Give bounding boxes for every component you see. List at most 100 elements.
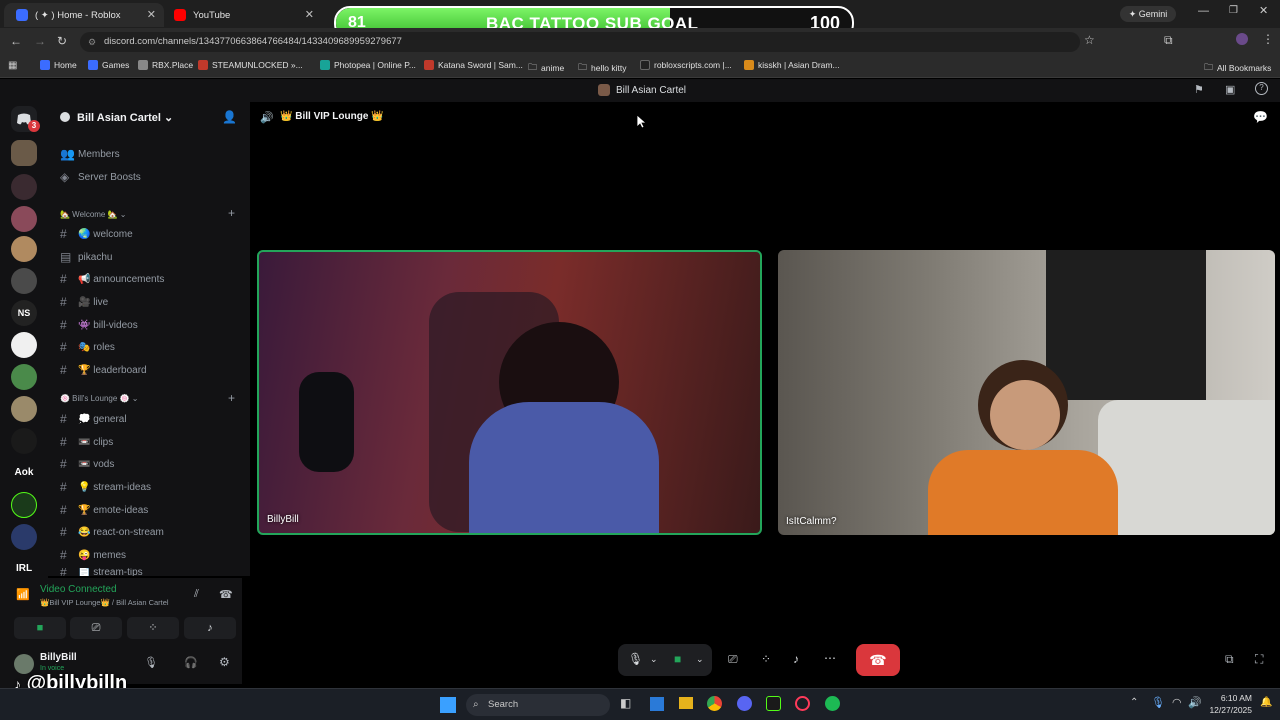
guild-icon[interactable] xyxy=(11,524,37,550)
app-icon[interactable] xyxy=(650,697,664,711)
server-name-header[interactable]: Bill Asian Cartel ⌄ xyxy=(77,111,173,124)
server-boosts-item[interactable]: ◈ Server Boosts xyxy=(60,170,141,184)
video-tile-billybill[interactable]: BillyBill xyxy=(257,250,762,535)
channel-bill-videos[interactable]: # 👾 bill-videos xyxy=(60,318,138,332)
clock-date[interactable]: 12/27/2025 xyxy=(1200,705,1252,715)
avatar[interactable] xyxy=(14,654,34,674)
guild-icon[interactable] xyxy=(11,206,37,232)
forward-icon[interactable]: → xyxy=(34,34,46,48)
channel-welcome[interactable]: # 🌏 welcome xyxy=(60,227,133,241)
channel-pikachu[interactable]: ▤ pikachu xyxy=(60,250,112,264)
channel-vods[interactable]: # 📼 vods xyxy=(60,457,114,471)
bookmark-katana[interactable]: Katana Sword | Sam... xyxy=(424,60,523,70)
add-channel-icon[interactable]: + xyxy=(228,206,235,220)
close-tab-icon[interactable]: ✕ xyxy=(147,8,156,21)
add-channel-icon[interactable]: + xyxy=(228,391,235,405)
channel-stream-tips[interactable]: # 📄 stream-tips xyxy=(60,568,143,576)
video-tile-isitcalmm[interactable]: IsItCalmm? xyxy=(778,250,1275,535)
screen-share-icon[interactable]: ⎚ xyxy=(728,652,738,667)
taskbar-search[interactable]: ⌕ Search xyxy=(466,694,610,716)
minimize-icon[interactable]: — xyxy=(1198,5,1209,17)
chevron-down-icon[interactable]: ⌄ xyxy=(696,654,704,665)
apps-grid-icon[interactable]: ▦ xyxy=(8,60,17,71)
bookmark-home[interactable]: Home xyxy=(40,60,77,70)
window-icon[interactable]: ▣ xyxy=(1225,83,1235,96)
inbox-icon[interactable]: ⚑ xyxy=(1194,83,1204,96)
url-field[interactable]: ⚙ discord.com/channels/13437706638647664… xyxy=(80,32,1080,52)
restore-icon[interactable]: ❐ xyxy=(1229,5,1238,16)
category-welcome[interactable]: 🏡 Welcome 🏡 ⌄ xyxy=(60,210,127,219)
bookmark-games[interactable]: Games xyxy=(88,60,129,70)
guild-icon[interactable] xyxy=(11,268,37,294)
soundboard-button[interactable]: ♪ xyxy=(184,617,236,639)
channel-memes[interactable]: # 😜 memes xyxy=(60,548,126,562)
category-bills-lounge[interactable]: 🍥 Bill's Lounge 🍥 ⌄ xyxy=(60,394,138,403)
menu-icon[interactable]: ⋮ xyxy=(1262,32,1274,46)
notifications-icon[interactable]: 🔔 xyxy=(1260,697,1272,708)
bookmark-photopea[interactable]: Photopea | Online P... xyxy=(320,60,416,70)
channel-live[interactable]: # 🎥 live xyxy=(60,295,108,309)
channel-roles[interactable]: # 🎭 roles xyxy=(60,340,115,354)
channel-react-on-stream[interactable]: # 😂 react-on-stream xyxy=(60,525,164,539)
guild-bill-asian-cartel[interactable] xyxy=(11,140,37,166)
bookmark-robloxscripts[interactable]: robloxscripts.com |... xyxy=(640,60,732,70)
reload-icon[interactable]: ↻ xyxy=(57,34,67,48)
channel-announcements[interactable]: # 📢 announcements xyxy=(60,272,164,286)
microphone-tray-icon[interactable]: 🎙 xyxy=(1151,696,1165,709)
extensions-icon[interactable]: ⧉ xyxy=(1164,33,1173,48)
guild-icon[interactable] xyxy=(11,236,37,262)
settings-gear-icon[interactable]: ⚙ xyxy=(219,655,230,669)
bookmark-steamunlocked[interactable]: STEAMUNLOCKED »... xyxy=(198,60,303,70)
headphones-icon[interactable]: 🎧 xyxy=(184,656,198,669)
channel-clips[interactable]: # 📼 clips xyxy=(60,435,113,449)
bookmark-kisskh[interactable]: kisskh | Asian Dram... xyxy=(744,60,840,70)
guild-icon[interactable] xyxy=(11,492,37,518)
app-icon[interactable] xyxy=(766,696,781,711)
clock-time[interactable]: 6:10 AM xyxy=(1208,693,1252,703)
guild-icon[interactable] xyxy=(11,332,37,358)
activities-button[interactable]: ⁘ xyxy=(127,617,179,639)
guild-icon[interactable] xyxy=(11,428,37,454)
noise-suppression-icon[interactable]: ⫽ xyxy=(194,588,199,601)
wifi-icon[interactable]: ◠ xyxy=(1172,696,1182,709)
bookmark-rbxplace[interactable]: RBX.Place xyxy=(138,60,193,70)
channel-emote-ideas[interactable]: # 🏆 emote-ideas xyxy=(60,503,148,517)
chrome-icon[interactable] xyxy=(707,696,722,711)
voice-location[interactable]: 👑Bill VIP Lounge👑 / Bill Asian Cartel xyxy=(40,598,169,607)
guild-aok[interactable]: Aok xyxy=(11,460,37,486)
chat-icon[interactable]: 💬 xyxy=(1253,110,1268,124)
tray-chevron-icon[interactable]: ⌃ xyxy=(1130,697,1138,708)
back-icon[interactable]: ← xyxy=(10,34,22,48)
windows-start-icon[interactable] xyxy=(440,697,456,713)
members-item[interactable]: 👥 Members xyxy=(60,147,120,161)
activities-icon[interactable]: ⁘ xyxy=(761,652,771,666)
pop-out-icon[interactable]: ⧉ xyxy=(1225,652,1234,667)
help-icon[interactable]: ? xyxy=(1255,82,1268,95)
bookmark-all[interactable]: 🗀 All Bookmarks xyxy=(1204,60,1271,76)
microphone-icon[interactable]: 🎙 xyxy=(144,656,158,669)
channel-general[interactable]: # 💭 general xyxy=(60,412,127,426)
disconnect-icon[interactable]: ☎ xyxy=(219,588,233,601)
file-explorer-icon[interactable] xyxy=(679,697,693,709)
close-tab-icon[interactable]: ✕ xyxy=(305,8,314,21)
bookmark-star-icon[interactable]: ☆ xyxy=(1084,33,1095,47)
camera-button[interactable]: ■ xyxy=(14,617,66,639)
fullscreen-icon[interactable]: ⛶ xyxy=(1255,652,1263,667)
channel-leaderboard[interactable]: # 🏆 leaderboard xyxy=(60,363,147,377)
close-window-icon[interactable]: ✕ xyxy=(1259,4,1268,17)
discord-icon[interactable] xyxy=(737,696,752,711)
camera-icon[interactable]: ■ xyxy=(674,652,681,666)
soundboard-icon[interactable]: ♪ xyxy=(793,652,799,666)
invite-people-icon[interactable]: 👤 xyxy=(222,110,237,124)
tab-youtube[interactable]: YouTube ✕ xyxy=(162,3,322,27)
microphone-icon[interactable]: 🎙 xyxy=(628,652,643,666)
guild-ns[interactable]: NS xyxy=(11,300,37,326)
more-options-icon[interactable]: ⋯ xyxy=(824,651,836,665)
leave-call-button[interactable]: ☎ xyxy=(856,644,900,676)
chevron-down-icon[interactable]: ⌄ xyxy=(650,654,658,665)
spotify-icon[interactable] xyxy=(825,696,840,711)
gemini-button[interactable]: ✦ Gemini xyxy=(1120,6,1176,22)
guild-icon[interactable] xyxy=(11,364,37,390)
site-info-icon[interactable]: ⚙ xyxy=(88,32,96,52)
tab-roblox[interactable]: ( ✦ ) Home - Roblox ✕ xyxy=(4,3,164,27)
